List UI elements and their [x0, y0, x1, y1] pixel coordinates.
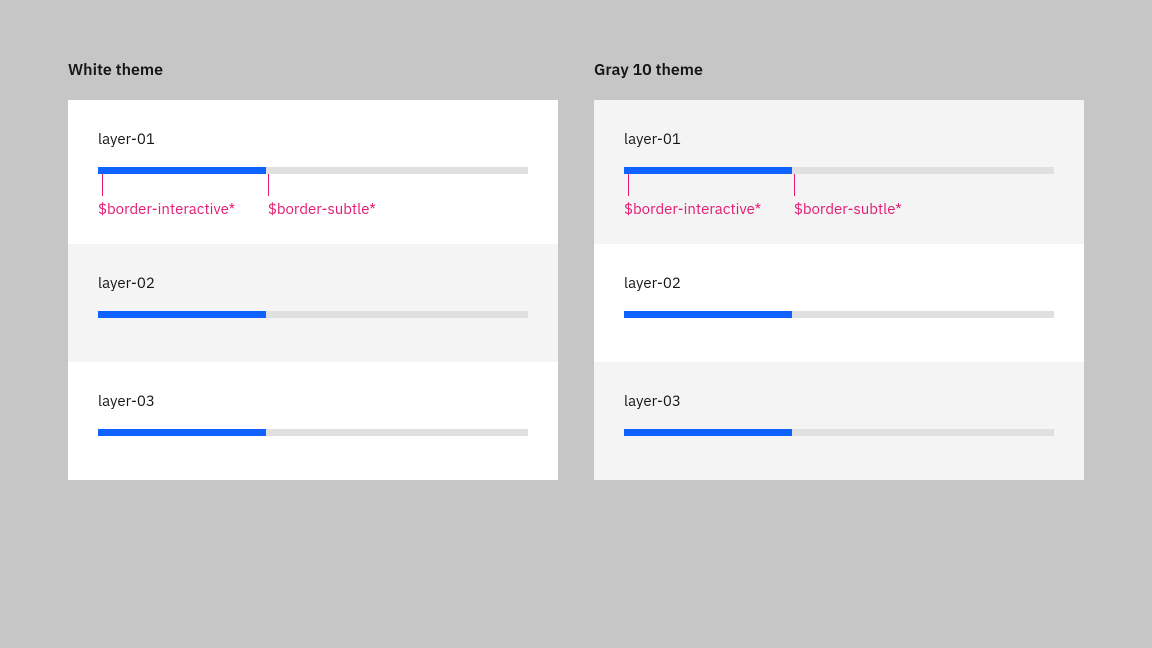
progress-fill: [98, 167, 266, 174]
token-annotations: $border-interactive* $border-subtle*: [98, 174, 528, 220]
white-layer-01-section: layer-01 $border-interactive* $border-su…: [68, 100, 558, 244]
layer-label: layer-02: [624, 274, 1054, 293]
progress-fill: [624, 311, 792, 318]
layer-label: layer-01: [624, 130, 1054, 149]
annotation-tick: [102, 174, 103, 196]
layer-label: layer-03: [624, 392, 1054, 411]
layer-label: layer-01: [98, 130, 528, 149]
annotation-tick: [268, 174, 269, 196]
progress-fill: [624, 167, 792, 174]
progress-fill: [98, 311, 266, 318]
annotation-tick: [794, 174, 795, 196]
gray10-layer-01-section: layer-01 $border-interactive* $border-su…: [594, 100, 1084, 244]
theme-title-gray10: Gray 10 theme: [594, 60, 1084, 80]
annotation-subtle: $border-subtle*: [268, 200, 376, 219]
progress-fill: [624, 429, 792, 436]
layer-label: layer-03: [98, 392, 528, 411]
progress-track: [624, 429, 1054, 436]
progress-track: [98, 429, 528, 436]
gray10-layer-03-section: layer-03: [594, 362, 1084, 480]
white-theme-column: White theme layer-01 $border-interactive…: [68, 60, 558, 480]
theme-title-white: White theme: [68, 60, 558, 80]
white-layer-02-section: layer-02: [68, 244, 558, 362]
white-theme-card: layer-01 $border-interactive* $border-su…: [68, 100, 558, 480]
gray10-layer-02-section: layer-02: [594, 244, 1084, 362]
theme-columns: White theme layer-01 $border-interactive…: [68, 60, 1084, 480]
annotation-subtle: $border-subtle*: [794, 200, 902, 219]
layer-label: layer-02: [98, 274, 528, 293]
progress-track: [624, 311, 1054, 318]
annotation-tick: [628, 174, 629, 196]
progress-track: [624, 167, 1054, 174]
progress-fill: [98, 429, 266, 436]
gray10-theme-column: Gray 10 theme layer-01 $border-interacti…: [594, 60, 1084, 480]
annotation-interactive: $border-interactive*: [98, 200, 235, 219]
gray10-theme-card: layer-01 $border-interactive* $border-su…: [594, 100, 1084, 480]
annotation-interactive: $border-interactive*: [624, 200, 761, 219]
progress-track: [98, 167, 528, 174]
progress-track: [98, 311, 528, 318]
white-layer-03-section: layer-03: [68, 362, 558, 480]
token-annotations: $border-interactive* $border-subtle*: [624, 174, 1054, 220]
